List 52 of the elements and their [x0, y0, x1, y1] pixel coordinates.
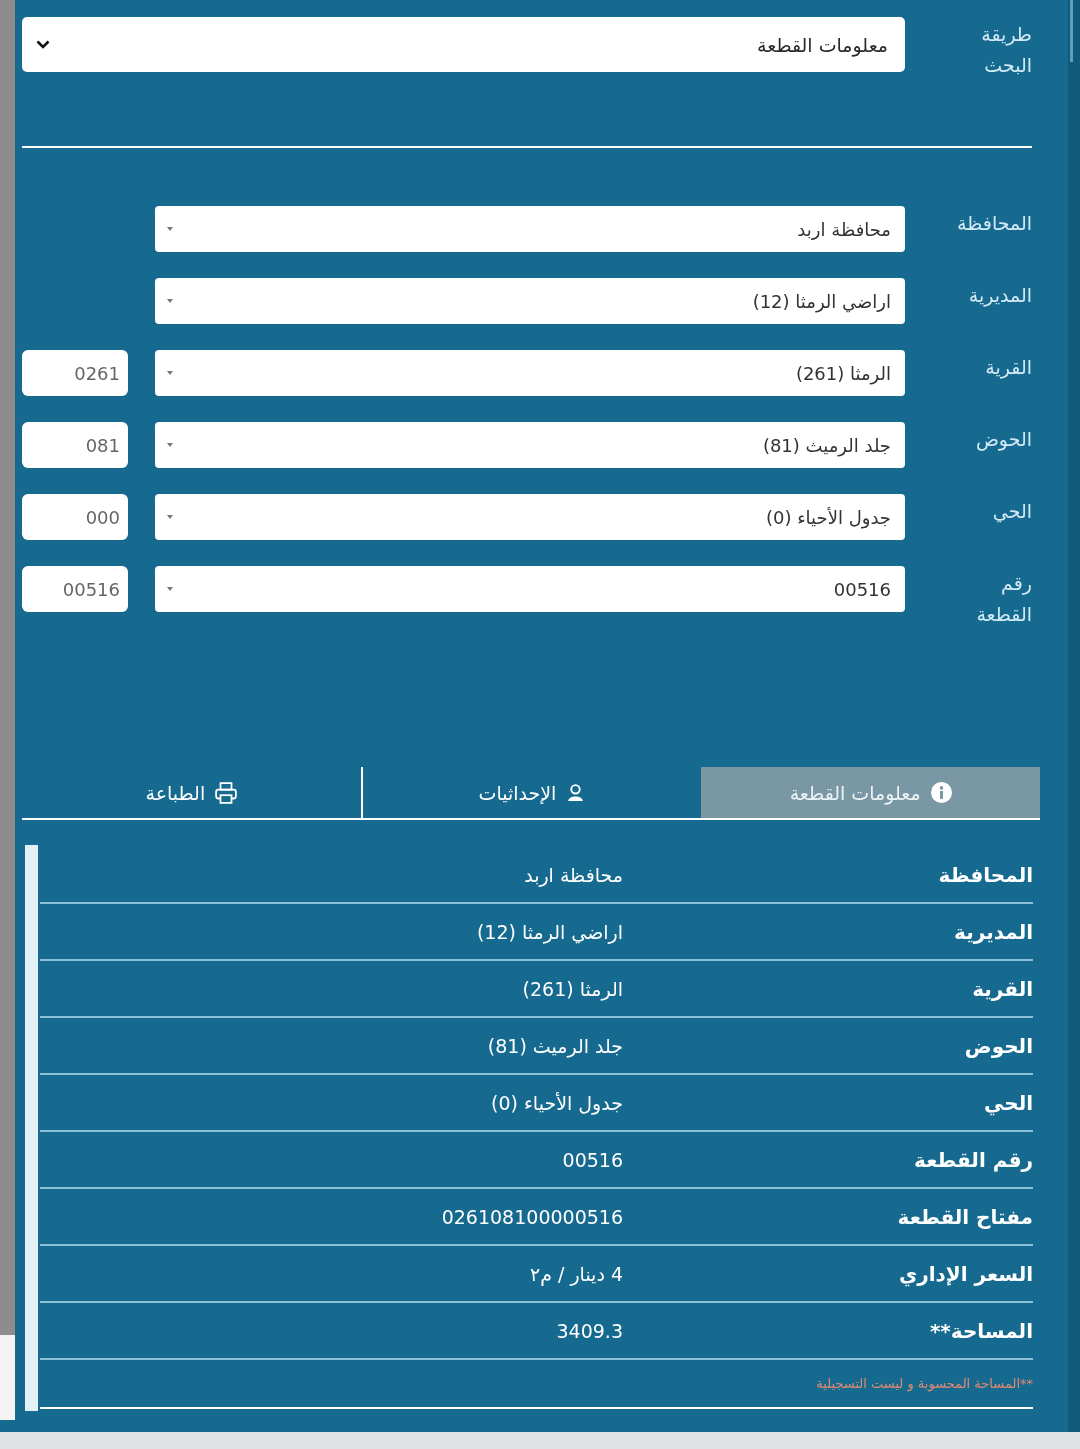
dropdown[interactable]: جلد الرميث (81) — [155, 422, 905, 468]
caret-icon — [167, 299, 173, 303]
tab[interactable]: الإحداثيات — [360, 767, 702, 818]
detail-label: الحي — [983, 1090, 1033, 1115]
field-label: طريقة البحث — [981, 22, 1032, 78]
detail-value: 3409.3 — [556, 1319, 623, 1342]
footnote: **المساحة المحسوبة و ليست التسجيلية — [816, 1376, 1033, 1391]
field-label: المحافظة — [957, 211, 1032, 236]
detail-label: السعر الإداري — [897, 1261, 1033, 1286]
caret-icon — [167, 443, 173, 447]
dropdown[interactable]: محافظة اربد — [155, 206, 905, 252]
detail-label: المديرية — [953, 919, 1033, 944]
field-label: القرية — [985, 355, 1032, 381]
detail-label: رقم القطعة — [913, 1147, 1033, 1172]
detail-value: جلد الرميث (81) — [487, 1034, 623, 1057]
detail-value: 026108100000516 — [441, 1205, 623, 1228]
table-scrollbar[interactable] — [25, 845, 38, 1411]
code-field[interactable]: 000 — [22, 494, 128, 540]
user-icon — [566, 783, 586, 802]
detail-value: جدول الأحياء (0) — [490, 1091, 623, 1114]
field-label: المديرية — [968, 283, 1032, 309]
scrollbar[interactable] — [1068, 0, 1080, 1432]
field-label: رقم القطعة — [976, 571, 1032, 627]
code-field[interactable]: 0261 — [22, 350, 128, 396]
chevron-down-icon — [36, 40, 50, 49]
dropdown[interactable]: 00516 — [155, 566, 905, 612]
detail-value: اراضي الرمثا (12) — [476, 920, 623, 943]
code-field[interactable]: 00516 — [22, 566, 128, 612]
tab[interactable]: الطباعة — [22, 767, 361, 818]
dropdown[interactable]: معلومات القطعة — [22, 17, 905, 72]
detail-value: محافظة اربد — [524, 863, 623, 886]
caret-icon — [167, 371, 173, 375]
info-icon — [930, 782, 952, 803]
detail-label: المساحة** — [928, 1318, 1033, 1343]
code-field[interactable]: 081 — [22, 422, 128, 468]
detail-value: 00516 — [562, 1148, 623, 1171]
printer-icon — [215, 781, 238, 804]
detail-value: 4 دينار / م٢ — [529, 1262, 623, 1285]
caret-icon — [167, 587, 173, 591]
caret-icon — [167, 227, 173, 231]
scrollbar-thumb[interactable] — [1070, 0, 1073, 62]
detail-label: الحوض — [963, 1033, 1033, 1058]
detail-value: الرمثا (261) — [522, 977, 623, 1000]
detail-label: مفتاح القطعة — [896, 1204, 1033, 1229]
dropdown[interactable]: اراضي الرمثا (12) — [155, 278, 905, 324]
detail-label: القرية — [971, 976, 1033, 1001]
caret-icon — [167, 515, 173, 519]
dropdown[interactable]: جدول الأحياء (0) — [155, 494, 905, 540]
detail-label: المحافظة — [937, 862, 1033, 887]
dropdown[interactable]: الرمثا (261) — [155, 350, 905, 396]
field-label: الحوض — [975, 427, 1032, 453]
field-label: الحي — [992, 499, 1032, 525]
